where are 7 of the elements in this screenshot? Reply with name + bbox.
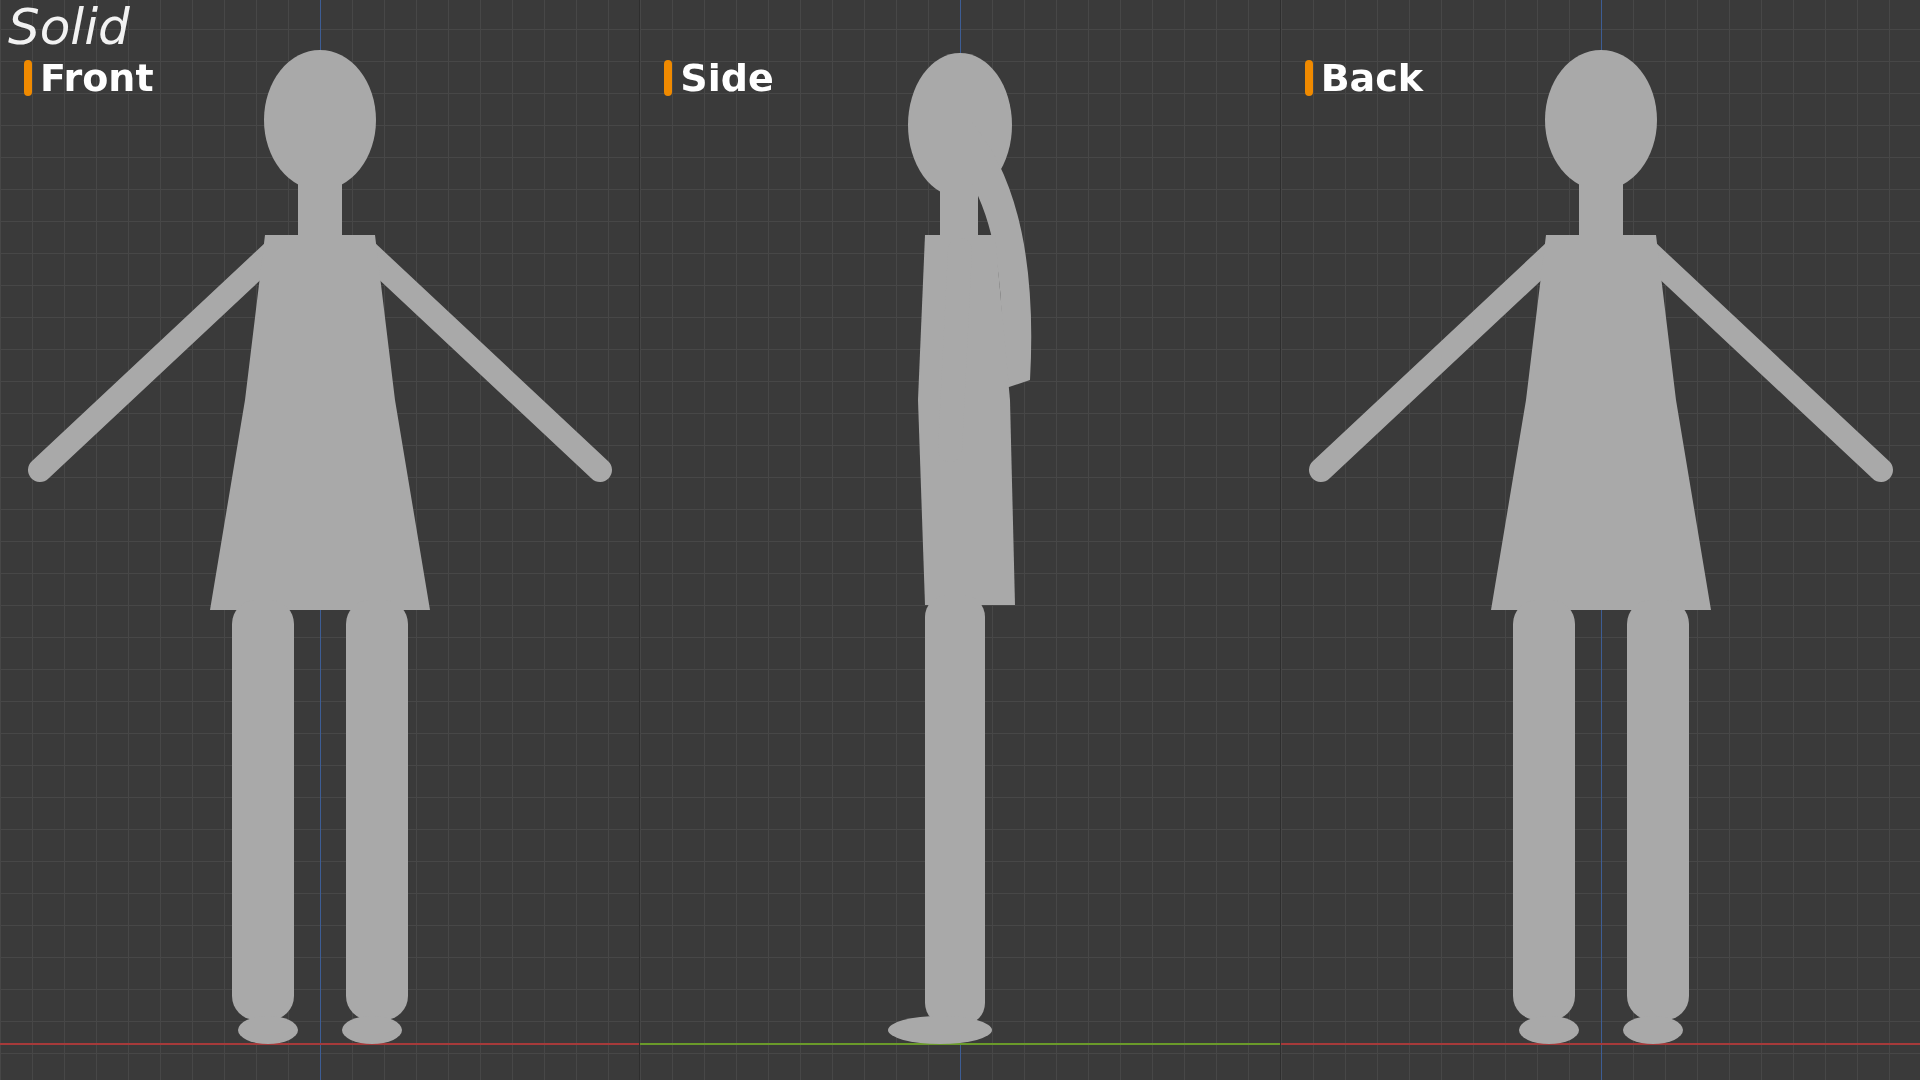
- view-label: Front: [40, 56, 154, 100]
- view-label: Back: [1320, 56, 1424, 100]
- shading-mode-label: Solid: [8, 0, 130, 56]
- label-marker: [1304, 60, 1313, 96]
- label-marker: [24, 60, 32, 96]
- view-label: Side: [680, 56, 774, 100]
- label-marker: [664, 60, 673, 96]
